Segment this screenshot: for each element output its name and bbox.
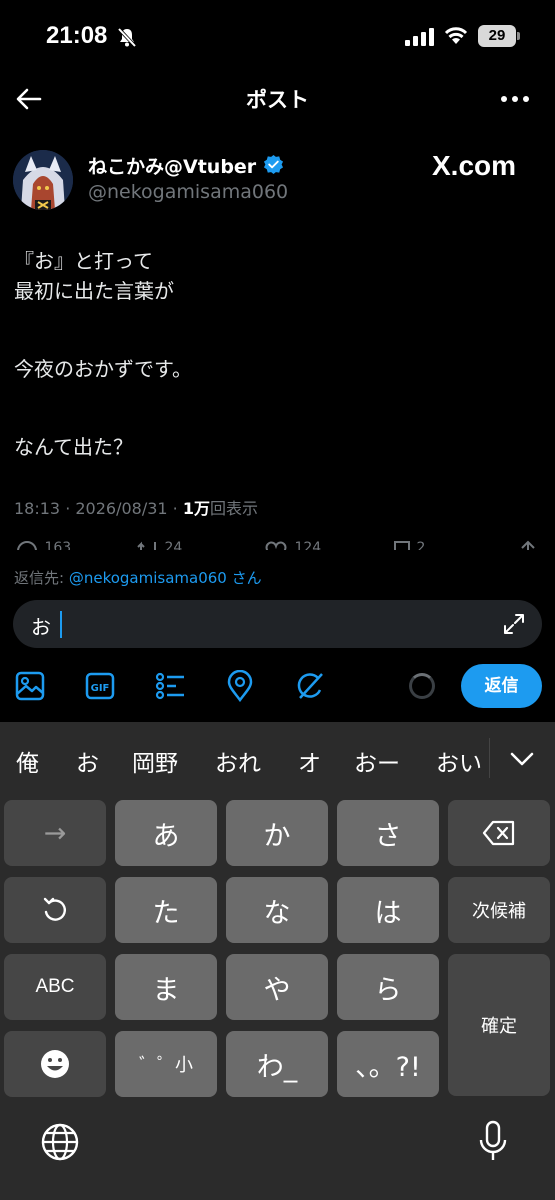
reply-to-target[interactable]: @nekogamisama060 さん — [69, 569, 262, 587]
keyboard: 俺 お 岡野 おれ オ おー おい → あ か さ た な は 次候補 ABC … — [0, 722, 555, 1200]
emoji-key[interactable] — [4, 1031, 106, 1097]
view-label: 回表示 — [209, 499, 258, 518]
key-na[interactable]: な — [226, 877, 328, 943]
repost-count: 24 — [164, 540, 183, 550]
bookmark-icon — [394, 541, 410, 550]
key-ta[interactable]: た — [115, 877, 217, 943]
candidate-bar: 俺 お 岡野 おれ オ おー おい — [0, 722, 555, 796]
like-count: 124 — [294, 540, 322, 550]
dakuten-key[interactable]: ゛゜小 — [115, 1031, 217, 1097]
page-title: ポスト — [246, 88, 309, 112]
key-ma[interactable]: ま — [115, 954, 217, 1020]
compose-toolbar: GIF 返信 — [0, 660, 555, 712]
share-icon — [521, 540, 535, 550]
xcom-watermark: X.com — [432, 150, 517, 181]
reply-to-prefix: 返信先: — [14, 569, 69, 587]
undo-key[interactable] — [4, 877, 106, 943]
candidate[interactable]: オ — [298, 744, 321, 778]
cellular-signal-icon — [405, 28, 434, 46]
like-action[interactable]: 124 — [262, 540, 321, 550]
status-bar: 21:08 29 — [0, 0, 555, 72]
reply-input[interactable]: お — [13, 600, 542, 648]
image-icon[interactable] — [14, 670, 46, 702]
emoji-icon — [41, 1050, 69, 1078]
key-a[interactable]: あ — [115, 800, 217, 866]
reply-button[interactable]: 返信 — [461, 664, 542, 708]
reply-count: 163 — [44, 540, 72, 550]
key-sa[interactable]: さ — [337, 800, 439, 866]
reply-input-value[interactable]: お — [31, 611, 51, 640]
candidate[interactable]: おい — [436, 744, 482, 778]
battery-indicator: 29 — [478, 25, 520, 47]
candidate-divider — [489, 738, 490, 778]
punctuation-key[interactable]: 、。?! — [337, 1031, 439, 1097]
reply-to-label: 返信先: @nekogamisama060 さん — [14, 567, 262, 588]
key-ya[interactable]: や — [226, 954, 328, 1020]
post-text: 『お』と打って 最初に出た言葉が 今夜のおかずです。 なんて出た？ — [14, 246, 534, 462]
post-line: なんて出た？ — [14, 435, 133, 459]
key-wa[interactable]: わ_ — [226, 1031, 328, 1097]
heart-icon — [265, 541, 287, 550]
gif-icon[interactable]: GIF — [84, 670, 116, 702]
globe-icon[interactable] — [40, 1122, 80, 1162]
more-icon[interactable] — [499, 86, 531, 112]
undo-icon — [43, 897, 66, 921]
next-candidate-key[interactable]: 次候補 — [448, 877, 550, 943]
author-name[interactable]: ねこかみ@Vtuber — [88, 152, 256, 179]
post-line: 最初に出た言葉が — [14, 279, 174, 303]
repost-icon — [137, 541, 156, 550]
character-counter — [409, 673, 435, 699]
key-ra[interactable]: ら — [337, 954, 439, 1020]
candidate[interactable]: おれ — [215, 744, 261, 778]
location-icon[interactable] — [224, 670, 256, 702]
mic-icon[interactable] — [478, 1120, 508, 1164]
svg-text:GIF: GIF — [91, 683, 110, 694]
expand-icon[interactable] — [502, 612, 526, 636]
post-header: ポスト — [0, 72, 555, 128]
wifi-icon — [444, 27, 468, 44]
repost-action[interactable]: 24 — [136, 540, 182, 550]
chevron-down-icon[interactable] — [510, 748, 534, 770]
key-arrow[interactable]: → — [4, 800, 106, 866]
candidate[interactable]: お — [76, 744, 99, 778]
backspace-key[interactable] — [448, 800, 550, 866]
share-action[interactable] — [516, 540, 540, 550]
abc-key[interactable]: ABC — [4, 954, 106, 1020]
candidate[interactable]: 岡野 — [132, 744, 178, 778]
candidate[interactable]: おー — [354, 744, 400, 778]
post-meta: 18:13 · 2026/08/31 · 1万回表示 — [14, 495, 258, 519]
grok-icon[interactable] — [294, 670, 326, 702]
post-timestamp: 18:13 · 2026/08/31 · — [14, 499, 183, 518]
text-caret — [60, 611, 62, 638]
post-line: 『お』と打って — [14, 249, 153, 273]
reply-action[interactable]: 163 — [16, 540, 71, 550]
silent-bell-icon — [117, 27, 137, 48]
poll-icon[interactable] — [154, 670, 186, 702]
key-ha[interactable]: は — [337, 877, 439, 943]
key-ka[interactable]: か — [226, 800, 328, 866]
post-line: 今夜のおかずです。 — [14, 357, 192, 381]
bookmark-count: 2 — [416, 540, 426, 550]
verified-badge-icon — [263, 154, 284, 175]
confirm-key[interactable]: 確定 — [448, 954, 550, 1096]
status-time: 21:08 — [46, 22, 108, 49]
view-count[interactable]: 1万 — [183, 499, 210, 518]
author-handle[interactable]: @nekogamisama060 — [88, 181, 288, 203]
reply-icon — [17, 541, 37, 550]
candidate[interactable]: 俺 — [16, 744, 39, 778]
avatar[interactable] — [13, 150, 73, 210]
bookmark-action[interactable]: 2 — [392, 540, 425, 550]
backspace-icon — [482, 820, 515, 846]
action-bar: 163 24 124 2 — [0, 536, 555, 550]
